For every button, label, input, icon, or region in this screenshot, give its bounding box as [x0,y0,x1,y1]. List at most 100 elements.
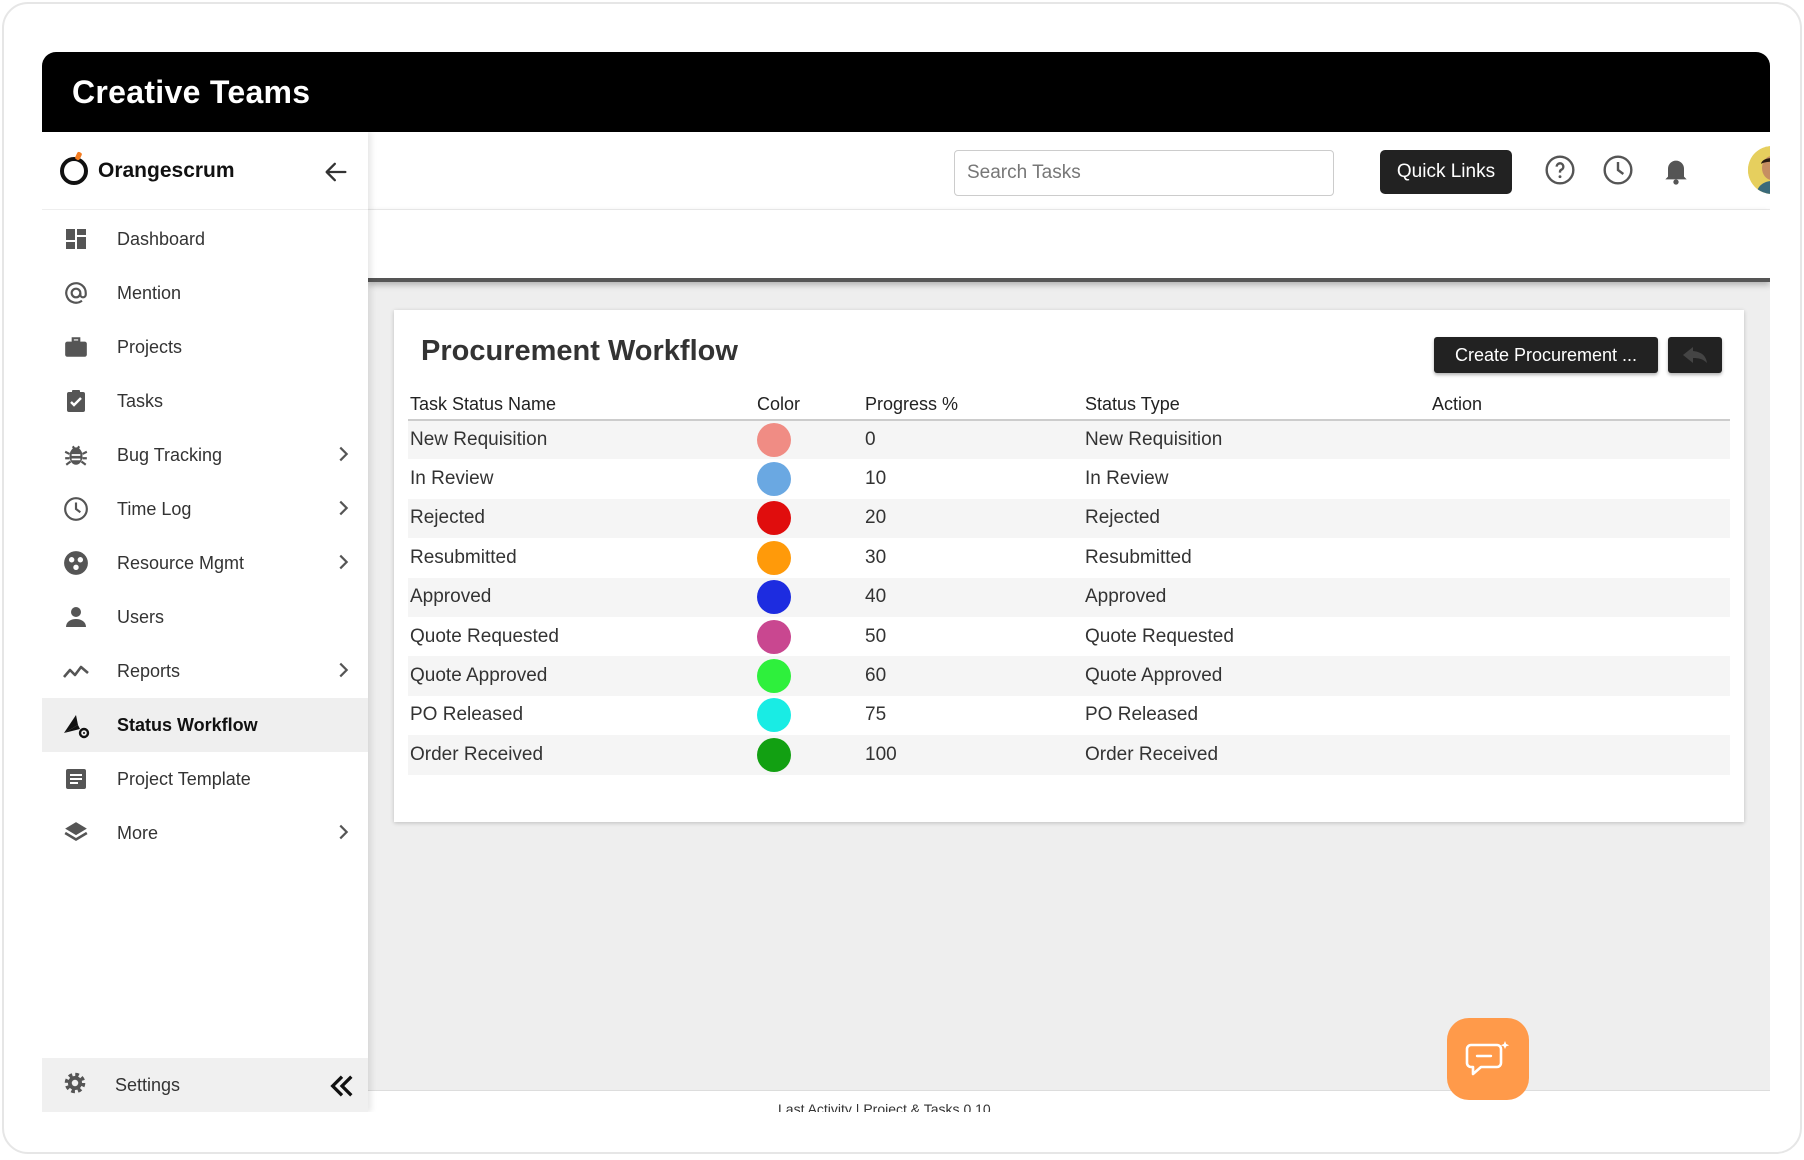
sidebar-item-resource-mgmt[interactable]: Resource Mgmt [42,536,368,590]
progress-cell: 75 [865,704,887,726]
column-header[interactable]: Status Type [1083,390,1430,421]
action-cell [1430,459,1730,498]
color-cell [755,617,863,656]
table-row[interactable]: New Requisition 0 New Requisition [408,420,1730,460]
back-button[interactable] [1668,337,1722,373]
status-type-cell: Quote Requested [1085,625,1234,647]
status-color-swatch[interactable] [757,423,791,458]
table-row[interactable]: Quote Approved 60 Quote Approved [408,656,1730,696]
chat-bubble-icon [1465,1041,1510,1076]
sidebar-item-mention[interactable]: Mention [42,266,368,320]
progress-cell: 20 [865,507,887,529]
status-name-cell: New Requisition [410,429,548,451]
progress-cell: 0 [865,429,876,451]
status-name-cell: PO Released [410,704,524,726]
sidebar-item-label: Time Log [117,498,192,519]
table-body: New Requisition 0 New Requisition In Review… [408,420,1730,775]
chevron-right-icon [339,500,349,516]
status-color-swatch[interactable] [757,659,791,694]
color-cell [755,420,863,459]
table-row[interactable]: Order Received 100 Order Received [408,735,1730,775]
status-color-swatch[interactable] [757,462,791,497]
color-cell [755,459,863,498]
double-chevron-left-icon[interactable] [328,1072,356,1100]
color-cell [755,538,863,577]
top-header: Quick Links [368,132,1770,210]
sidebar-item-time-log[interactable]: Time Log [42,482,368,536]
sidebar-item-label: Bug Tracking [117,444,223,465]
dashboard-icon [62,225,90,253]
user-avatar-icon [1748,146,1770,194]
action-cell [1430,538,1730,577]
status-type-cell: PO Released [1085,704,1199,726]
resource-icon [62,549,90,577]
sidebar-item-label: Resource Mgmt [117,552,245,573]
chevron-right-icon [339,824,349,840]
bell-icon[interactable] [1660,154,1692,186]
column-header[interactable]: Color [755,390,863,421]
table-row[interactable]: Approved 40 Approved [408,577,1730,617]
status-color-swatch[interactable] [757,501,791,536]
status-color-swatch[interactable] [757,737,791,772]
action-cell [1430,735,1730,774]
template-icon [62,765,90,793]
title-bar: Creative Teams [42,52,1770,132]
action-cell [1430,617,1730,656]
table-row[interactable]: Quote Requested 50 Quote Requested [408,617,1730,656]
sidebar-item-reports[interactable]: Reports [42,644,368,698]
clipboard-check-icon [62,387,90,415]
search-input[interactable] [954,150,1334,196]
chart-line-icon [62,657,90,685]
avatar[interactable] [1748,146,1770,194]
status-name-cell: Quote Approved [410,665,548,687]
column-header[interactable]: Action [1430,390,1730,421]
sidebar-item-bug-tracking[interactable]: Bug Tracking [42,428,368,482]
sidebar-item-label: Status Workflow [117,714,258,735]
status-color-swatch[interactable] [757,698,791,733]
sidebar-item-label: Projects [117,336,183,357]
clock-icon[interactable] [1602,154,1634,186]
color-cell [755,735,863,774]
create-procurement-button[interactable]: Create Procurement ... [1434,337,1658,373]
settings-label: Settings [115,1074,181,1095]
status-color-swatch[interactable] [757,540,791,575]
sidebar-item-label: Project Template [117,768,251,789]
sidebar-item-more[interactable]: More [42,806,368,860]
page-title: Procurement Workflow [421,335,738,367]
chat-support-button[interactable] [1447,1018,1529,1100]
table-row[interactable]: In Review 10 In Review [408,459,1730,498]
window-frame: Creative Teams Orangescrum Dashboard Men… [2,2,1802,1154]
sidebar: Orangescrum Dashboard Mention Projects T… [42,132,368,1112]
at-icon [62,279,90,307]
layers-icon [62,819,90,847]
bug-icon [62,441,90,469]
sidebar-item-status-workflow[interactable]: Status Workflow [42,698,368,752]
sidebar-item-dashboard[interactable]: Dashboard [42,212,368,266]
sidebar-item-project-template[interactable]: Project Template [42,752,368,806]
sidebar-item-label: More [117,822,159,843]
sidebar-item-tasks[interactable]: Tasks [42,374,368,428]
column-header[interactable]: Progress % [863,390,1083,421]
table-row[interactable]: Rejected 20 Rejected [408,498,1730,539]
sidebar-item-users[interactable]: Users [42,590,368,644]
quick-links-button[interactable]: Quick Links [1380,150,1512,194]
status-type-cell: Order Received [1085,743,1219,765]
column-header[interactable]: Task Status Name [408,390,755,421]
status-name-cell: Order Received [410,743,544,765]
table-header-row: Task Status Name Color Progress % Status… [408,390,1730,421]
table-row[interactable]: PO Released 75 PO Released [408,696,1730,735]
sidebar-item-projects[interactable]: Projects [42,320,368,374]
action-cell [1430,499,1730,538]
help-icon[interactable] [1544,154,1576,186]
status-color-swatch[interactable] [757,580,791,615]
color-cell [755,578,863,617]
status-color-swatch[interactable] [757,619,791,654]
progress-cell: 40 [865,586,887,608]
status-type-cell: In Review [1085,468,1169,490]
arrow-left-icon[interactable] [322,158,350,186]
color-cell [755,696,863,735]
table-row[interactable]: Resubmitted 30 Resubmitted [408,538,1730,577]
status-type-cell: Approved [1085,586,1167,608]
sidebar-item-settings[interactable]: Settings [42,1058,368,1112]
brand-name: Orangescrum [98,158,235,182]
